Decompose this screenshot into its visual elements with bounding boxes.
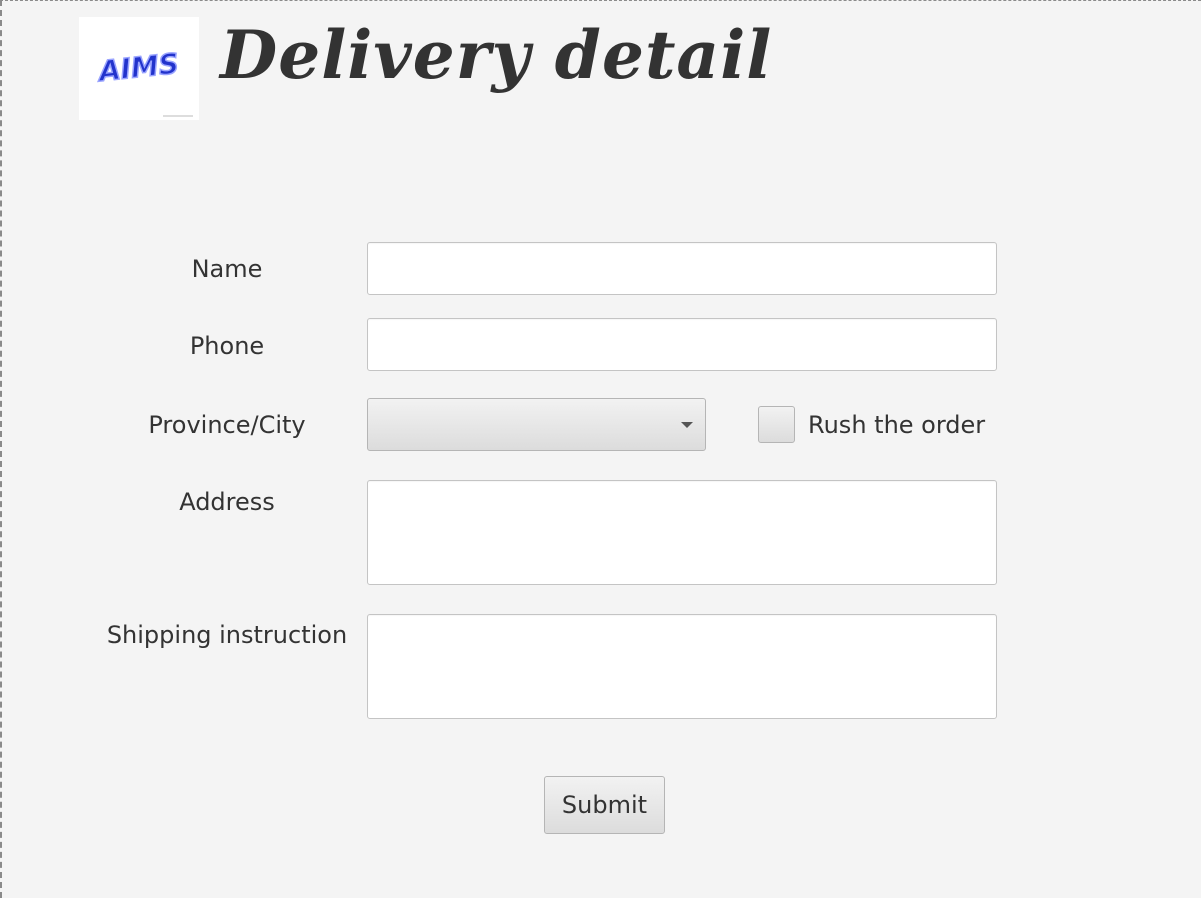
phone-input[interactable] xyxy=(367,318,997,371)
submit-button[interactable]: Submit xyxy=(544,776,665,834)
address-label: Address xyxy=(179,488,275,516)
rush-order-label[interactable]: Rush the order xyxy=(808,410,985,440)
chevron-down-icon xyxy=(681,422,693,428)
name-input[interactable] xyxy=(367,242,997,295)
logo-text: AIMS xyxy=(95,47,180,88)
address-textarea[interactable] xyxy=(367,480,997,585)
aims-logo-icon: AIMS xyxy=(79,17,199,120)
logo-watermark-bar xyxy=(163,115,193,117)
phone-label: Phone xyxy=(189,332,265,360)
aims-logo-graphic: AIMS xyxy=(95,46,193,117)
rush-order-checkbox[interactable] xyxy=(758,406,795,443)
delivery-window: AIMS Delivery detail Name Phone Province… xyxy=(0,0,1201,898)
shipping-instruction-label: Shipping instruction xyxy=(106,621,348,649)
page-title: Delivery detail xyxy=(220,16,773,94)
province-label: Province/City xyxy=(148,411,306,439)
name-label: Name xyxy=(191,255,263,283)
shipping-instruction-textarea[interactable] xyxy=(367,614,997,719)
province-select[interactable] xyxy=(367,398,706,451)
